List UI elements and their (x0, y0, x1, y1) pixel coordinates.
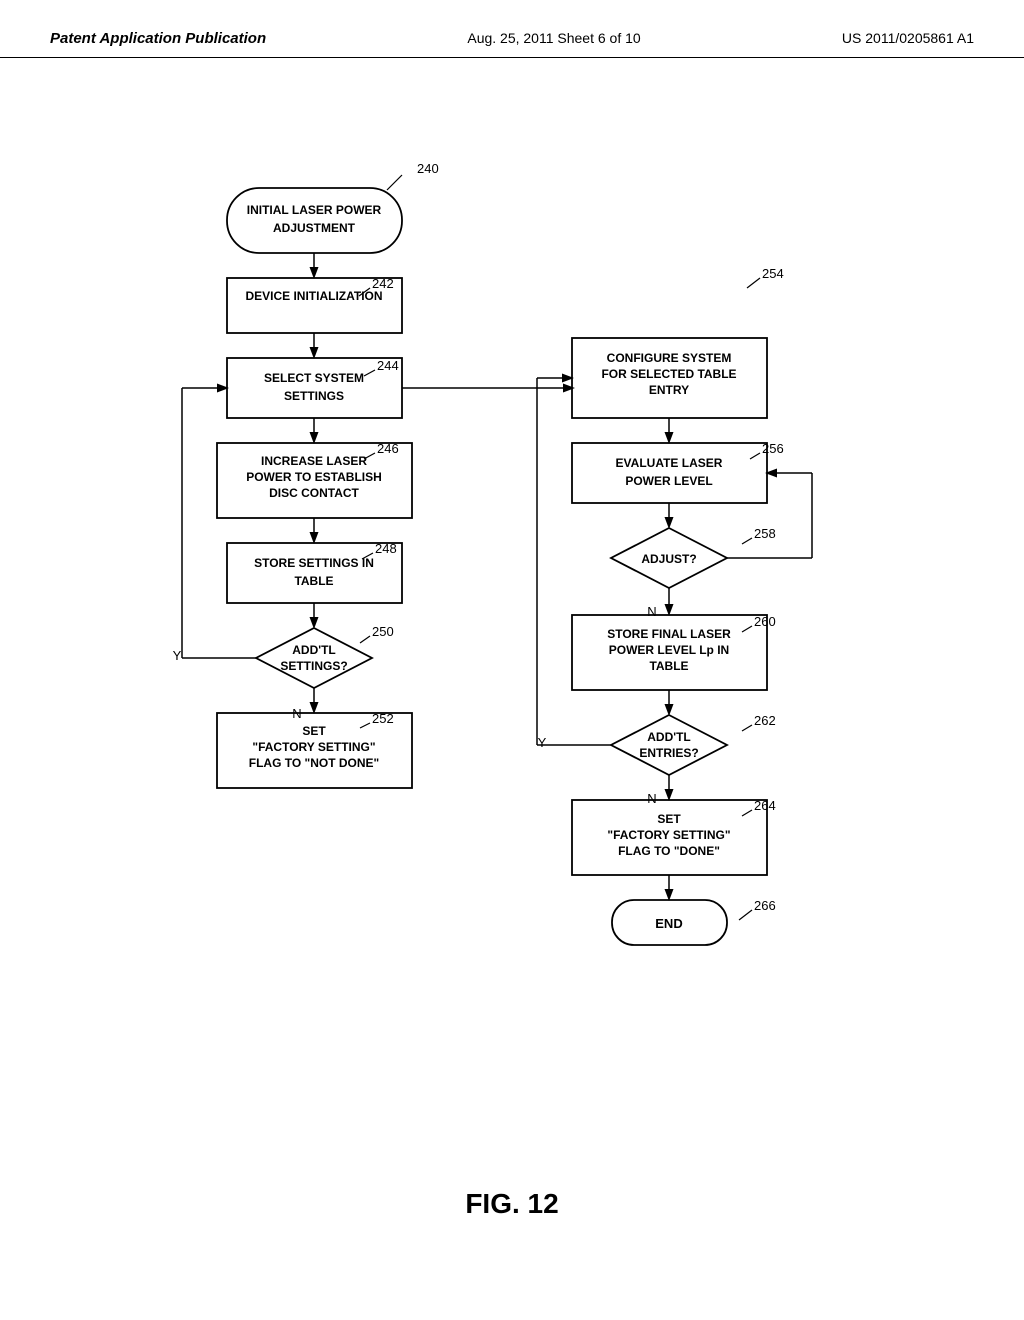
node-256 (572, 443, 767, 503)
flowchart-svg: 240 INITIAL LASER POWER ADJUSTMENT 242 D… (82, 78, 942, 1178)
sheet-info: Aug. 25, 2011 Sheet 6 of 10 (467, 30, 640, 46)
node-264-text1: SET (657, 812, 681, 826)
node-242-text1: DEVICE INITIALIZATION (245, 289, 382, 303)
label-y-262: Y (538, 735, 547, 750)
node-254-text3: ENTRY (649, 383, 689, 397)
node-262-text2: ENTRIES? (639, 746, 698, 760)
node-254-text2: FOR SELECTED TABLE (601, 367, 736, 381)
node-250-text1: ADD'TL (292, 643, 336, 657)
node-264-text2: "FACTORY SETTING" (607, 828, 730, 842)
node-244 (227, 358, 402, 418)
node-244-text2: SETTINGS (284, 389, 344, 403)
node-252-text3: FLAG TO "NOT DONE" (249, 756, 380, 770)
figure-label: FIG. 12 (20, 1188, 1004, 1220)
ref-266: 266 (754, 898, 776, 913)
ref-254: 254 (762, 266, 784, 281)
node-240-text1: INITIAL LASER POWER (247, 203, 382, 217)
node-246-text1: INCREASE LASER (261, 454, 367, 468)
label-n-258: N (647, 604, 656, 619)
node-258-text1: ADJUST? (641, 552, 696, 566)
ref-250: 250 (372, 624, 394, 639)
ref-240: 240 (417, 161, 439, 176)
node-246-text3: DISC CONTACT (269, 486, 359, 500)
node-256-text2: POWER LEVEL (625, 474, 712, 488)
ref-244: 244 (377, 358, 399, 373)
node-250 (256, 628, 372, 688)
node-264-text3: FLAG TO "DONE" (618, 844, 720, 858)
label-y-250: Y (173, 648, 182, 663)
page: Patent Application Publication Aug. 25, … (0, 0, 1024, 1320)
node-240-text2: ADJUSTMENT (273, 221, 356, 235)
node-266-text: END (655, 916, 682, 931)
node-262 (611, 715, 727, 775)
node-246-text2: POWER TO ESTABLISH (246, 470, 382, 484)
node-248-text1: STORE SETTINGS IN (254, 556, 374, 570)
node-248-text2: TABLE (294, 574, 333, 588)
label-n-262: N (647, 791, 656, 806)
patent-number: US 2011/0205861 A1 (842, 30, 974, 46)
node-252-text2: "FACTORY SETTING" (252, 740, 375, 754)
node-260-text2: POWER LEVEL Lp IN (609, 643, 729, 657)
node-254-text1: CONFIGURE SYSTEM (607, 351, 732, 365)
node-252-text1: SET (302, 724, 326, 738)
publication-label: Patent Application Publication (50, 30, 266, 47)
diagram-area: 240 INITIAL LASER POWER ADJUSTMENT 242 D… (0, 58, 1024, 1240)
ref-260: 260 (754, 614, 776, 629)
ref-262: 262 (754, 713, 776, 728)
node-256-text1: EVALUATE LASER (616, 456, 723, 470)
ref-258: 258 (754, 526, 776, 541)
node-250-text2: SETTINGS? (280, 659, 347, 673)
node-262-text1: ADD'TL (647, 730, 691, 744)
node-260-text3: TABLE (649, 659, 688, 673)
page-header: Patent Application Publication Aug. 25, … (0, 0, 1024, 58)
node-260-text1: STORE FINAL LASER (607, 627, 731, 641)
node-244-text1: SELECT SYSTEM (264, 371, 364, 385)
